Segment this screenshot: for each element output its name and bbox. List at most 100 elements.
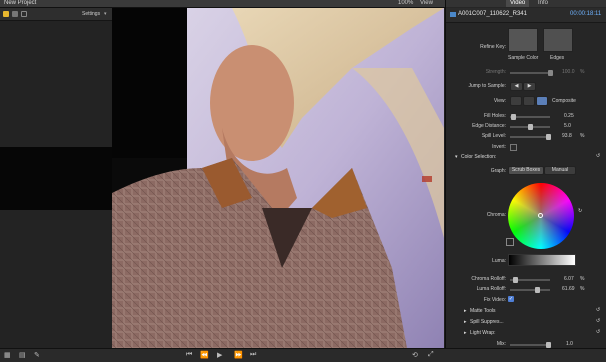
chroma-sample-point[interactable]	[538, 213, 543, 218]
scrub-boxes-button[interactable]: Scrub Boxes	[508, 166, 544, 175]
invert-label: Invert:	[492, 144, 506, 150]
view-composite-button[interactable]	[536, 96, 548, 106]
previous-sample-button[interactable]: ◀	[510, 82, 523, 91]
chevron-down-icon[interactable]: ▾	[455, 154, 458, 160]
chevron-down-icon[interactable]: ▾	[104, 11, 107, 17]
refine-key-label: Refine Key:	[480, 44, 506, 50]
invert-checkbox[interactable]	[510, 144, 517, 151]
mix-slider[interactable]	[510, 342, 551, 348]
clip-timecode: 00:00:18:11	[570, 11, 602, 17]
view-matte-button[interactable]	[523, 96, 535, 106]
luma-label: Luma:	[492, 258, 506, 264]
edge-distance-slider-knob[interactable]	[528, 124, 533, 130]
sample-color-button[interactable]	[508, 28, 538, 52]
spill-suppression-header[interactable]: Spill Suppres...	[470, 319, 504, 325]
sample-color-label: Sample Color	[508, 55, 539, 61]
spill-level-slider-knob[interactable]	[546, 134, 551, 140]
luma-rolloff-label: Luma Rolloff:	[476, 286, 506, 292]
light-wrap-header[interactable]: Light Wrap:	[470, 330, 495, 336]
view-source-button[interactable]	[510, 96, 522, 106]
edge-distance-slider[interactable]	[510, 124, 550, 130]
view-menu[interactable]: View	[420, 0, 433, 7]
strength-unit: %	[580, 69, 585, 75]
library-icon[interactable]	[3, 11, 9, 17]
project-title: New Project	[4, 0, 37, 6]
reset-icon[interactable]: ↺	[596, 153, 600, 159]
chroma-rolloff-unit: %	[580, 276, 585, 282]
chroma-label: Chroma:	[486, 212, 506, 218]
chroma-rolloff-slider-knob[interactable]	[513, 277, 518, 283]
reset-icon[interactable]: ↺	[596, 318, 600, 324]
clip-header: A001C007_110622_R341 00:00:18:11	[446, 8, 606, 23]
play-icon[interactable]: ▶	[217, 351, 222, 359]
fix-video-checkbox[interactable]: ✓	[508, 296, 514, 302]
fill-holes-label: Fill Holes:	[484, 113, 506, 119]
spill-level-label: Spill Level:	[481, 133, 506, 139]
spill-level-slider[interactable]	[510, 134, 551, 140]
spill-level-unit: %	[580, 133, 585, 139]
edge-distance-label: Edge Distance:	[472, 123, 506, 129]
strength-value[interactable]: 100.0	[562, 69, 575, 75]
chevron-right-icon[interactable]: ▸	[464, 319, 467, 325]
library-toggle-icon[interactable]: ▦	[4, 351, 11, 359]
reset-icon[interactable]: ↺	[596, 307, 600, 313]
luma-rolloff-unit: %	[580, 286, 585, 292]
luma-rolloff-slider-knob[interactable]	[535, 287, 540, 293]
next-sample-button[interactable]: ▶	[523, 82, 536, 91]
mix-value[interactable]: 1.0	[566, 341, 573, 347]
viewer-controls-bar: ▦ ▤ ✎ ⏮ ⏪ ▶ ⏩ ⏭ ⟲ ⤢	[0, 348, 606, 362]
view-mode-label: Composite	[552, 98, 576, 104]
jump-to-sample-label: Jump to Sample:	[468, 83, 506, 89]
color-selection-header[interactable]: Color Selection:	[461, 154, 496, 160]
fullscreen-icon[interactable]: ⤢	[428, 351, 434, 359]
chroma-rolloff-slider[interactable]	[510, 277, 550, 283]
chevron-right-icon[interactable]: ▸	[464, 308, 467, 314]
chroma-color-wheel[interactable]	[508, 183, 574, 249]
edges-label: Edges	[550, 55, 565, 61]
clip-name: A001C007_110622_R341	[458, 11, 527, 17]
view-label: View:	[493, 98, 506, 104]
luma-gradient[interactable]	[508, 254, 576, 266]
edit-icon[interactable]: ✎	[34, 351, 40, 359]
tab-video[interactable]: Video	[506, 0, 530, 7]
spill-level-value[interactable]: 93.8	[562, 133, 572, 139]
go-to-end-icon[interactable]: ⏭	[250, 351, 256, 359]
strength-slider-knob[interactable]	[548, 70, 553, 76]
video-clip-icon	[450, 12, 456, 17]
loop-icon[interactable]: ⟲	[412, 351, 418, 359]
titles-icon[interactable]	[21, 11, 27, 17]
strength-slider[interactable]	[510, 70, 553, 76]
matte-tools-header[interactable]: Matte Tools	[470, 308, 495, 314]
edge-distance-value[interactable]: 5.0	[564, 123, 571, 129]
luma-rolloff-value[interactable]: 61.69	[562, 286, 575, 292]
inspector-tabs: Video Info	[446, 0, 606, 7]
zoom-level[interactable]: 100%	[398, 0, 413, 7]
mix-label: Mix:	[496, 341, 506, 347]
edges-button[interactable]	[543, 28, 573, 52]
viewer[interactable]	[112, 8, 444, 348]
fill-holes-slider-knob[interactable]	[511, 114, 516, 120]
inspector-panel: Video Info A001C007_110622_R341 00:00:18…	[445, 0, 606, 361]
tab-info[interactable]: Info	[534, 0, 552, 7]
chevron-right-icon[interactable]: ▸	[464, 330, 467, 336]
chroma-rolloff-value[interactable]: 6.07	[564, 276, 574, 282]
filmstrip-area	[0, 147, 112, 210]
library-toolbar: Settings ▾	[0, 8, 112, 21]
fill-holes-slider[interactable]	[510, 114, 550, 120]
chroma-rolloff-label: Chroma Rolloff:	[471, 276, 506, 282]
rotate-icon[interactable]: ↻	[578, 208, 582, 214]
previous-frame-icon[interactable]: ⏪	[200, 351, 209, 359]
fill-holes-value[interactable]: 0.25	[564, 113, 574, 119]
luma-rolloff-slider[interactable]	[510, 287, 550, 293]
reset-icon[interactable]: ↺	[596, 329, 600, 335]
chroma-bounds-icon	[506, 238, 514, 246]
next-frame-icon[interactable]: ⏩	[234, 351, 243, 359]
manual-button[interactable]: Manual	[544, 166, 576, 175]
viewer-frame	[112, 8, 444, 348]
graph-label: Graph:	[490, 168, 506, 174]
photos-icon[interactable]	[12, 11, 18, 17]
settings-button[interactable]: Settings	[82, 11, 100, 17]
filmstrip-icon[interactable]: ▤	[19, 351, 26, 359]
go-to-start-icon[interactable]: ⏮	[186, 351, 192, 359]
strength-label: Strength:	[485, 69, 506, 75]
